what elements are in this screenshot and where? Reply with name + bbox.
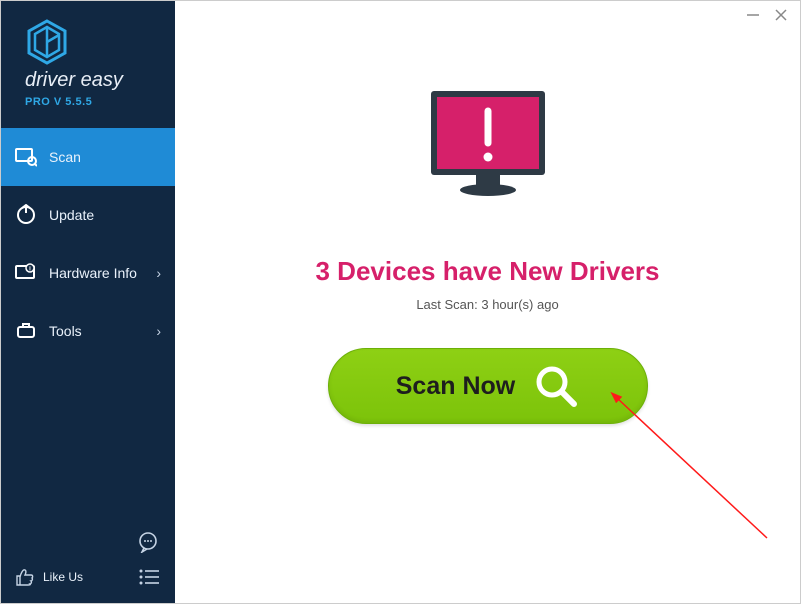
brand-block: driver easy PRO V 5.5.5 xyxy=(1,1,175,120)
headline-text: 3 Devices have New Drivers xyxy=(316,256,660,287)
sidebar-item-label: Update xyxy=(49,207,94,223)
chat-bubble-icon xyxy=(137,531,159,553)
last-scan-text: Last Scan: 3 hour(s) ago xyxy=(416,297,558,312)
magnifier-icon xyxy=(533,363,579,409)
menu-button[interactable] xyxy=(137,565,161,589)
sidebar: driver easy PRO V 5.5.5 Scan Update i xyxy=(1,1,175,603)
thumbs-up-icon xyxy=(15,567,35,587)
sidebar-item-label: Scan xyxy=(49,149,81,165)
scan-now-label: Scan Now xyxy=(396,372,515,401)
sidebar-item-label: Hardware Info xyxy=(49,265,137,281)
like-us-button[interactable]: Like Us xyxy=(15,567,83,587)
hardware-info-icon: i xyxy=(15,262,37,284)
chevron-right-icon: › xyxy=(156,323,161,339)
titlebar xyxy=(175,1,800,29)
list-menu-icon xyxy=(138,568,160,586)
monitor-alert-graphic xyxy=(413,77,563,232)
brand-name: driver easy xyxy=(25,69,175,92)
minimize-icon xyxy=(746,8,760,22)
sidebar-nav: Scan Update i Hardware Info › Tools xyxy=(1,128,175,519)
brand-version: PRO V 5.5.5 xyxy=(25,96,175,108)
close-icon xyxy=(774,8,788,22)
feedback-button[interactable] xyxy=(135,529,161,555)
close-button[interactable] xyxy=(770,4,792,26)
scan-icon xyxy=(15,146,37,168)
scan-now-button[interactable]: Scan Now xyxy=(328,348,648,424)
sidebar-item-scan[interactable]: Scan xyxy=(1,128,175,186)
sidebar-footer: Like Us xyxy=(1,519,175,603)
tools-icon xyxy=(15,320,37,342)
hexagon-logo-icon xyxy=(25,19,69,65)
content-area: 3 Devices have New Drivers Last Scan: 3 … xyxy=(175,29,800,424)
like-us-label: Like Us xyxy=(43,570,83,584)
sidebar-item-label: Tools xyxy=(49,323,82,339)
chevron-right-icon: › xyxy=(156,265,161,281)
sidebar-item-tools[interactable]: Tools › xyxy=(1,302,175,360)
sidebar-item-update[interactable]: Update xyxy=(1,186,175,244)
update-icon xyxy=(15,204,37,226)
sidebar-item-hardware-info[interactable]: i Hardware Info › xyxy=(1,244,175,302)
brand-logo xyxy=(25,19,175,65)
minimize-button[interactable] xyxy=(742,4,764,26)
main-panel: 3 Devices have New Drivers Last Scan: 3 … xyxy=(175,1,800,603)
